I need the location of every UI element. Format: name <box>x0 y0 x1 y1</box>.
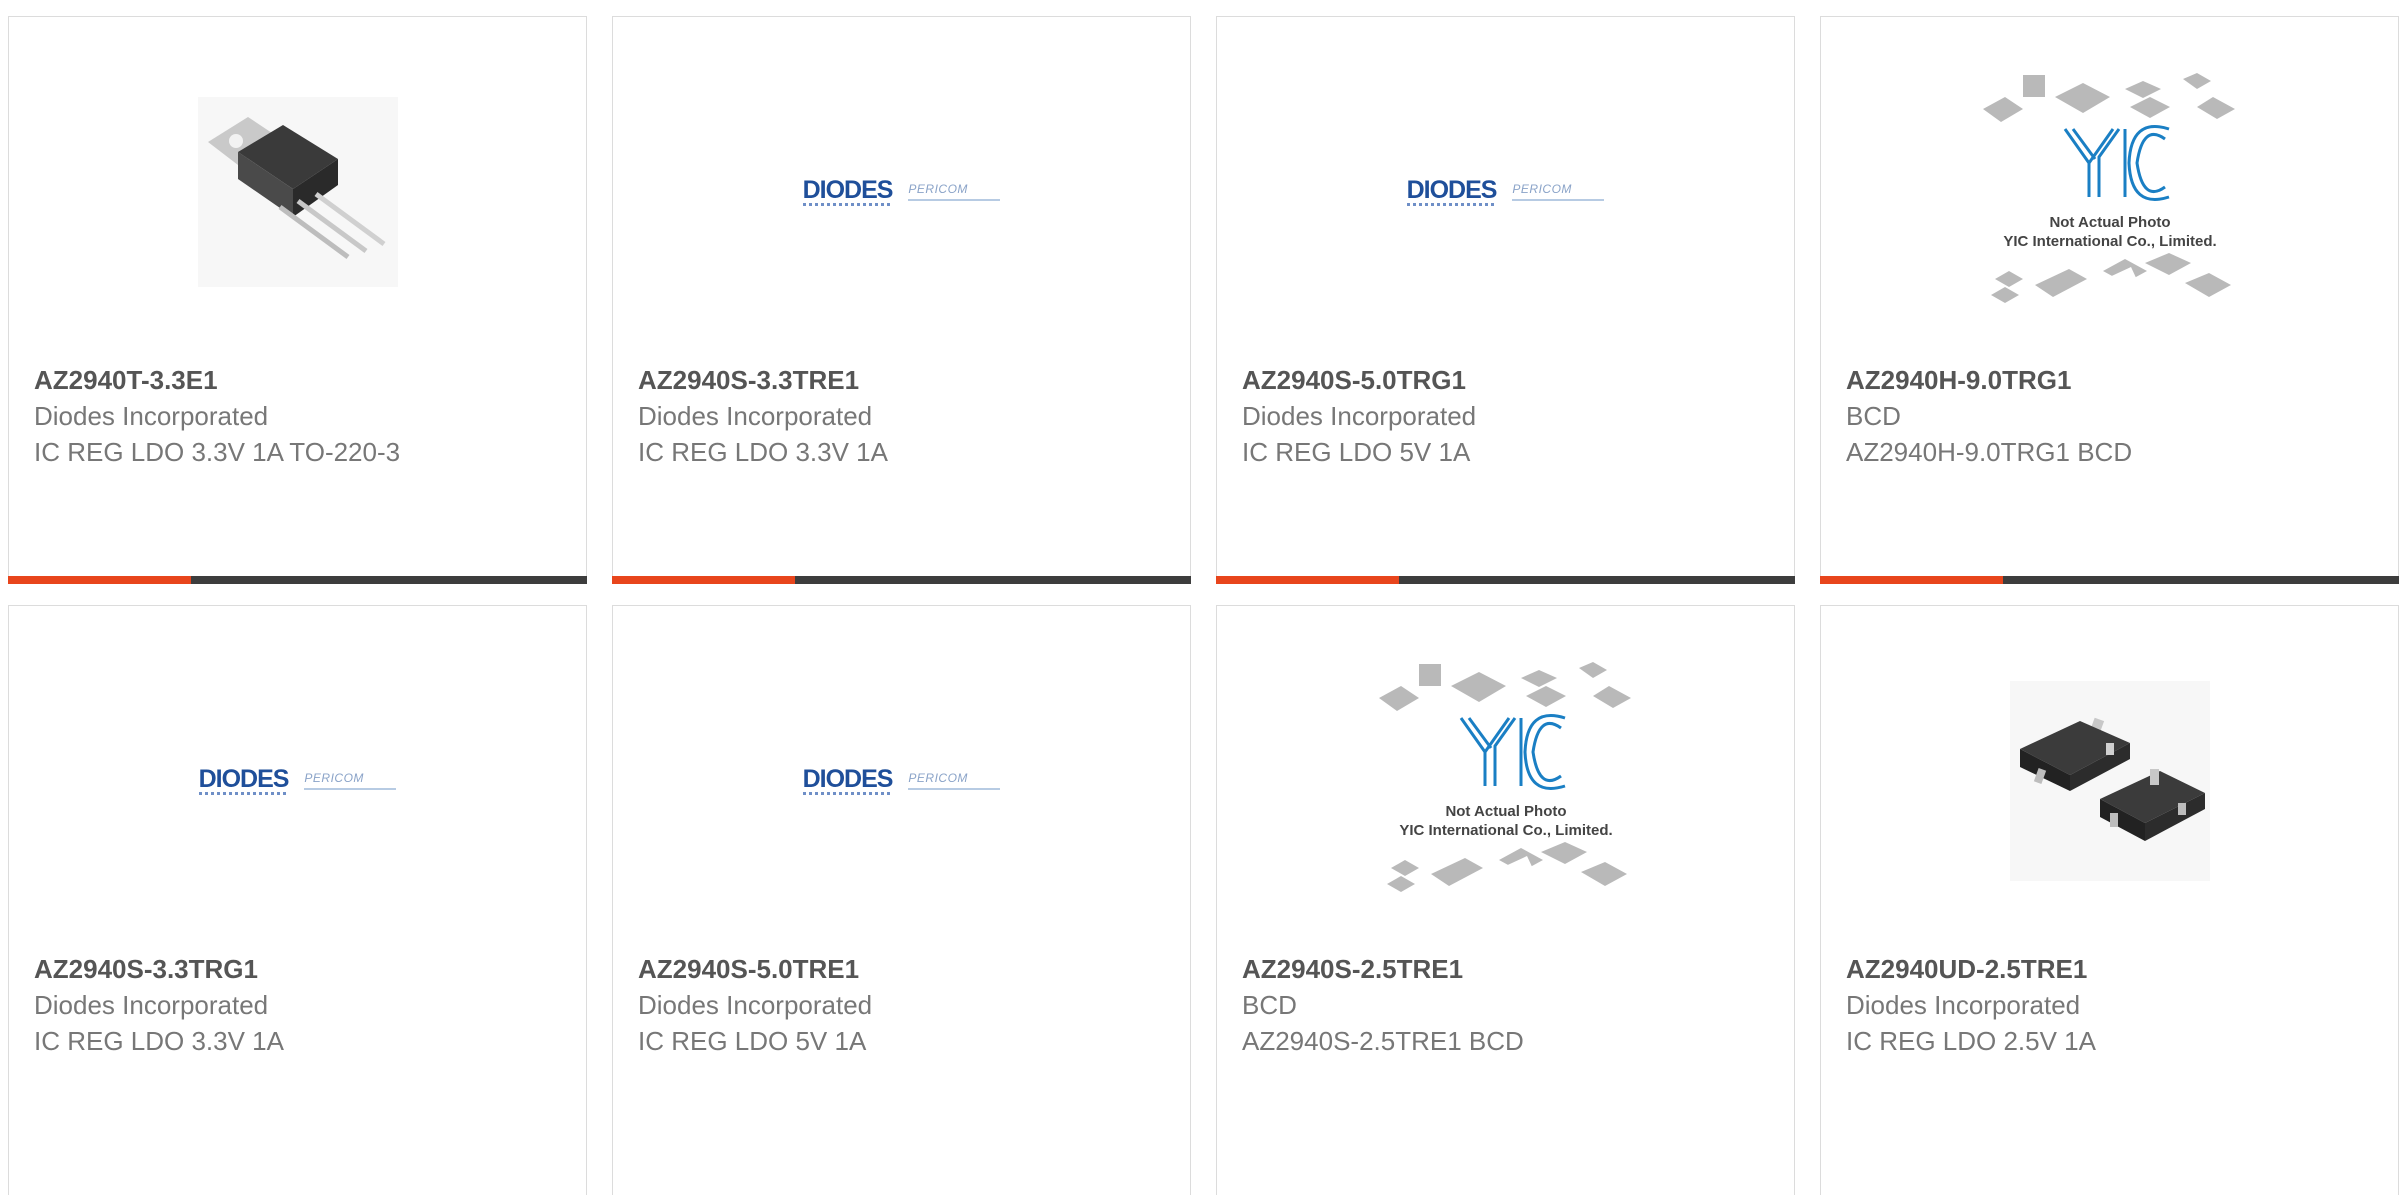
card-bottom-bar <box>8 576 587 584</box>
product-card[interactable]: DIODES PERICOM AZ2940S-5.0TRE1 Diodes In… <box>612 605 1191 1195</box>
diodes-logo: DIODES PERICOM <box>1406 177 1605 206</box>
product-card[interactable]: DIODES PERICOM AZ2940S-3.3TRE1 Diodes In… <box>612 16 1191 584</box>
manufacturer: Diodes Incorporated <box>638 990 873 1020</box>
sot23-package-image <box>2009 681 2210 881</box>
yic-placeholder-image: Not Actual Photo YIC International Co., … <box>1982 73 2235 303</box>
product-image: Not Actual Photo YIC International Co., … <box>1821 57 2398 327</box>
product-card[interactable]: AZ2940T-3.3E1 Diodes Incorporated IC REG… <box>8 16 587 584</box>
diodes-logo: DIODES PERICOM <box>802 177 1001 206</box>
manufacturer: BCD <box>1242 990 1297 1020</box>
part-number[interactable]: AZ2940S-3.3TRE1 <box>638 362 1170 398</box>
product-card[interactable]: AZ2940UD-2.5TRE1 Diodes Incorporated IC … <box>1820 605 2399 1195</box>
part-number[interactable]: AZ2940T-3.3E1 <box>34 362 566 398</box>
manufacturer: Diodes Incorporated <box>34 990 269 1020</box>
svg-text:Not Actual Photo: Not Actual Photo <box>1445 803 1566 820</box>
svg-text:Not Actual Photo: Not Actual Photo <box>2049 214 2170 231</box>
product-card[interactable]: Not Actual Photo YIC International Co., … <box>1216 605 1795 1195</box>
description: IC REG LDO 3.3V 1A TO-220-3 <box>34 437 401 467</box>
product-image: DIODES PERICOM <box>1217 57 1794 327</box>
manufacturer: Diodes Incorporated <box>638 401 873 431</box>
product-image: DIODES PERICOM <box>613 646 1190 916</box>
manufacturer: Diodes Incorporated <box>1242 401 1477 431</box>
diodes-logo: DIODES PERICOM <box>198 766 397 795</box>
part-number[interactable]: AZ2940S-2.5TRE1 <box>1242 951 1774 987</box>
description: IC REG LDO 3.3V 1A <box>34 1026 284 1056</box>
part-number[interactable]: AZ2940S-5.0TRG1 <box>1242 362 1774 398</box>
card-bottom-bar <box>1216 576 1795 584</box>
description: AZ2940S-2.5TRE1 BCD <box>1242 1026 1524 1056</box>
card-bottom-bar <box>612 576 1191 584</box>
product-card[interactable]: Not Actual Photo YIC International Co., … <box>1820 16 2399 584</box>
part-number[interactable]: AZ2940S-5.0TRE1 <box>638 951 1170 987</box>
manufacturer: Diodes Incorporated <box>34 401 269 431</box>
product-image <box>1821 646 2398 916</box>
part-number[interactable]: AZ2940UD-2.5TRE1 <box>1846 951 2378 987</box>
product-card[interactable]: DIODES PERICOM AZ2940S-5.0TRG1 Diodes In… <box>1216 16 1795 584</box>
card-bottom-bar <box>1820 576 2399 584</box>
part-number[interactable]: AZ2940S-3.3TRG1 <box>34 951 566 987</box>
yic-placeholder-image: Not Actual Photo YIC International Co., … <box>1378 662 1631 892</box>
part-number[interactable]: AZ2940H-9.0TRG1 <box>1846 362 2378 398</box>
product-image: DIODES PERICOM <box>613 57 1190 327</box>
product-image: DIODES PERICOM <box>9 646 586 916</box>
description: IC REG LDO 5V 1A <box>638 1026 867 1056</box>
product-card[interactable]: DIODES PERICOM AZ2940S-3.3TRG1 Diodes In… <box>8 605 587 1195</box>
product-image <box>9 57 586 327</box>
description: IC REG LDO 3.3V 1A <box>638 437 888 467</box>
description: IC REG LDO 5V 1A <box>1242 437 1471 467</box>
svg-text:YIC International Co., Limited: YIC International Co., Limited. <box>2003 233 2216 250</box>
manufacturer: Diodes Incorporated <box>1846 990 2081 1020</box>
svg-text:YIC International Co., Limited: YIC International Co., Limited. <box>1399 822 1612 839</box>
to220-transistor-image <box>197 97 398 287</box>
description: AZ2940H-9.0TRG1 BCD <box>1846 437 2133 467</box>
product-grid: AZ2940T-3.3E1 Diodes Incorporated IC REG… <box>8 16 2399 1195</box>
diodes-logo: DIODES PERICOM <box>802 766 1001 795</box>
manufacturer: BCD <box>1846 401 1901 431</box>
description: IC REG LDO 2.5V 1A <box>1846 1026 2096 1056</box>
product-image: Not Actual Photo YIC International Co., … <box>1217 646 1794 916</box>
